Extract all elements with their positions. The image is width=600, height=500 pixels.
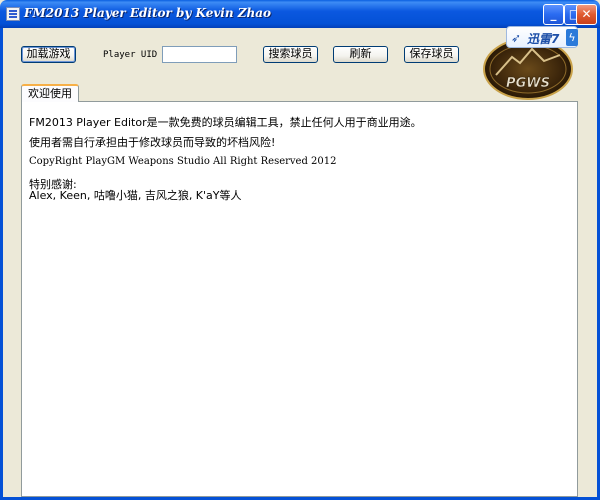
xunlei-badge[interactable]: ➶ 迅雷7 ϟ	[506, 26, 578, 48]
tab-welcome[interactable]: 欢迎使用	[21, 84, 79, 102]
welcome-line-free-tool: FM2013 Player Editor是一款免费的球员编辑工具，禁止任何人用于…	[29, 116, 422, 129]
minimize-button[interactable]: _	[543, 4, 564, 25]
xunlei-badge-text: 迅雷7	[527, 32, 560, 46]
lightning-icon: ϟ	[566, 29, 578, 46]
logo-text: PGWS	[506, 76, 550, 91]
close-button[interactable]: ✕	[576, 4, 597, 25]
save-player-button[interactable]: 保存球员	[404, 46, 459, 63]
window-title: FM2013 Player Editor by Kevin Zhao	[24, 6, 272, 20]
bird-icon: ➶	[511, 31, 522, 45]
welcome-line-thanks-names: Alex, Keen, 咕噜小猫, 吉风之狼, K'aY等人	[29, 189, 242, 202]
welcome-line-risk: 使用者需自行承担由于修改球员而导致的坏档风险!	[29, 136, 276, 149]
refresh-button[interactable]: 刷新	[333, 46, 388, 63]
player-uid-label: Player UID	[103, 50, 158, 60]
player-uid-input[interactable]	[162, 46, 237, 63]
welcome-panel: FM2013 Player Editor是一款免费的球员编辑工具，禁止任何人用于…	[21, 101, 578, 497]
search-player-button[interactable]: 搜索球员	[263, 46, 318, 63]
title-bar[interactable]: FM2013 Player Editor by Kevin Zhao _ □ ✕	[0, 0, 600, 28]
welcome-line-copyright: CopyRight PlayGM Weapons Studio All Righ…	[29, 156, 337, 167]
load-game-button[interactable]: 加载游戏	[21, 46, 76, 63]
app-icon	[6, 7, 20, 21]
